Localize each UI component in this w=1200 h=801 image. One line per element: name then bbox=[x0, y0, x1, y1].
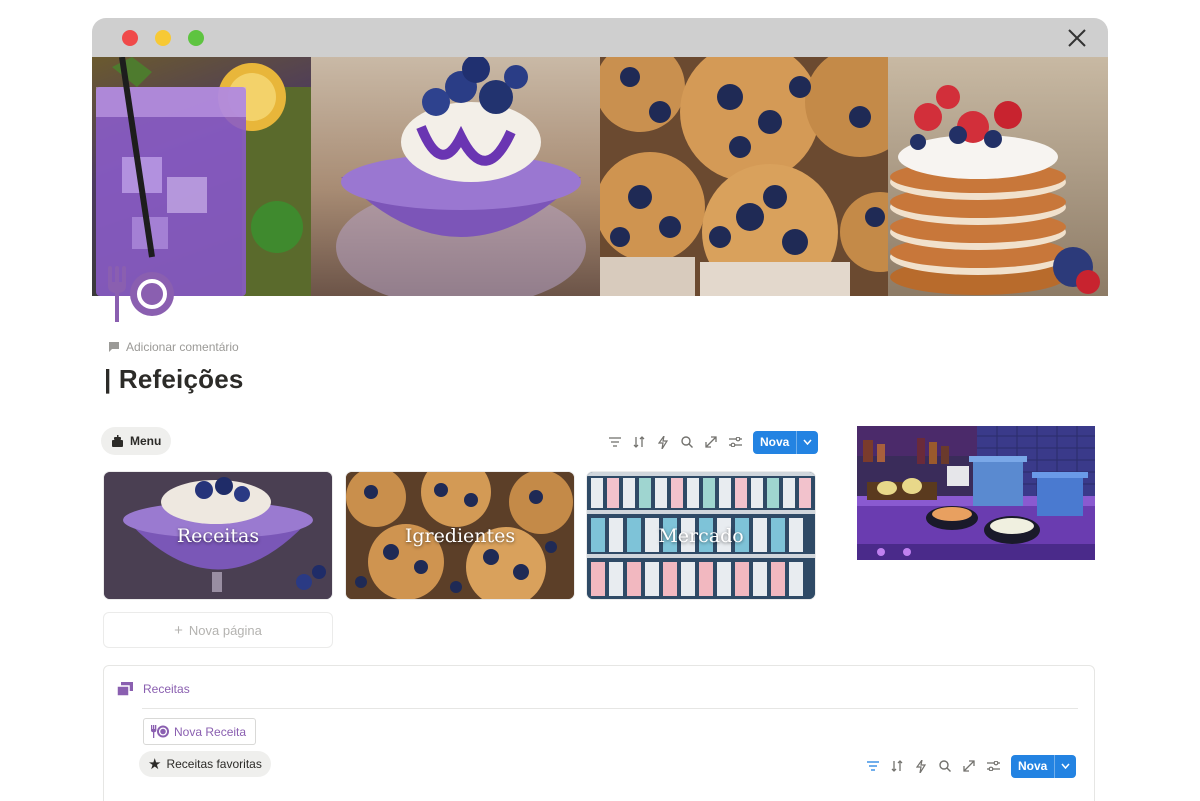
comment-icon bbox=[109, 342, 119, 352]
chevron-down-icon[interactable] bbox=[796, 430, 818, 454]
lightning-icon[interactable] bbox=[651, 430, 675, 454]
plus-icon: + bbox=[174, 621, 183, 639]
star-icon: ★ bbox=[148, 756, 162, 773]
new-recipe-entry-button[interactable]: Nova bbox=[1011, 754, 1077, 778]
settings-sliders-icon[interactable] bbox=[723, 430, 747, 454]
filter-icon[interactable] bbox=[603, 430, 627, 454]
database-icon bbox=[117, 682, 133, 696]
favorites-view-tab[interactable]: ★ Receitas favoritas bbox=[139, 751, 271, 777]
new-item-button[interactable]: Nova bbox=[753, 430, 819, 454]
add-comment-label: Adicionar comentário bbox=[126, 340, 239, 354]
gallery-card-igredientes[interactable]: Igredientes bbox=[346, 472, 574, 599]
page-cover[interactable] bbox=[92, 57, 1108, 296]
cover-drink-image bbox=[92, 57, 311, 296]
favorites-label: Receitas favoritas bbox=[166, 757, 262, 771]
new-page-button[interactable]: + Nova página bbox=[103, 612, 333, 648]
settings-sliders-icon[interactable] bbox=[981, 754, 1005, 778]
new-recipe-button[interactable]: Nova Receita bbox=[143, 718, 257, 745]
gallery-card-label: Receitas bbox=[176, 524, 260, 547]
gallery-card-receitas[interactable]: Receitas bbox=[104, 472, 332, 599]
sort-icon[interactable] bbox=[885, 754, 909, 778]
search-icon[interactable] bbox=[675, 430, 699, 454]
menu-cake-icon bbox=[112, 434, 123, 447]
database-title-row[interactable]: Receitas bbox=[117, 682, 190, 696]
database-title: Receitas bbox=[143, 682, 190, 696]
cover-muffins-image bbox=[600, 57, 888, 296]
expand-icon[interactable] bbox=[699, 430, 723, 454]
chevron-down-icon[interactable] bbox=[1054, 754, 1076, 778]
minimize-window-dot[interactable] bbox=[155, 30, 171, 46]
expand-icon[interactable] bbox=[957, 754, 981, 778]
gallery-card-mercado[interactable]: Mercado bbox=[587, 472, 815, 599]
close-window-dot[interactable] bbox=[122, 30, 138, 46]
gallery-card-label: Igredientes bbox=[404, 524, 516, 547]
menu-button[interactable]: Menu bbox=[101, 427, 172, 455]
fork-plate-icon[interactable] bbox=[104, 266, 176, 322]
database-divider bbox=[142, 708, 1078, 709]
new-recipe-label: Nova Receita bbox=[174, 724, 247, 739]
browser-window: Adicionar comentário | Refeições Menu No… bbox=[92, 18, 1108, 801]
sort-icon[interactable] bbox=[627, 430, 651, 454]
search-icon[interactable] bbox=[933, 754, 957, 778]
new-entry-label: Nova bbox=[1018, 759, 1048, 773]
database-toolbar: Nova bbox=[861, 754, 1077, 778]
kitchen-pixel-art-image bbox=[857, 426, 1095, 560]
gallery-card-label: Mercado bbox=[658, 524, 744, 547]
recipes-database: Receitas Nova Receita ★ Receitas favorit… bbox=[103, 665, 1095, 801]
cover-icecream-image bbox=[311, 57, 600, 296]
close-icon[interactable] bbox=[1066, 27, 1088, 49]
add-comment-button[interactable]: Adicionar comentário bbox=[108, 338, 239, 356]
menu-label: Menu bbox=[130, 434, 162, 448]
filter-icon[interactable] bbox=[861, 754, 885, 778]
window-titlebar bbox=[92, 18, 1108, 57]
gallery-toolbar: Nova bbox=[603, 430, 819, 454]
cover-pancakes-image bbox=[888, 57, 1108, 296]
maximize-window-dot[interactable] bbox=[188, 30, 204, 46]
fork-plate-icon bbox=[151, 725, 169, 738]
lightning-icon[interactable] bbox=[909, 754, 933, 778]
new-page-label: Nova página bbox=[188, 622, 262, 638]
page-title[interactable]: | Refeições bbox=[104, 364, 244, 395]
new-item-label: Nova bbox=[760, 435, 790, 449]
